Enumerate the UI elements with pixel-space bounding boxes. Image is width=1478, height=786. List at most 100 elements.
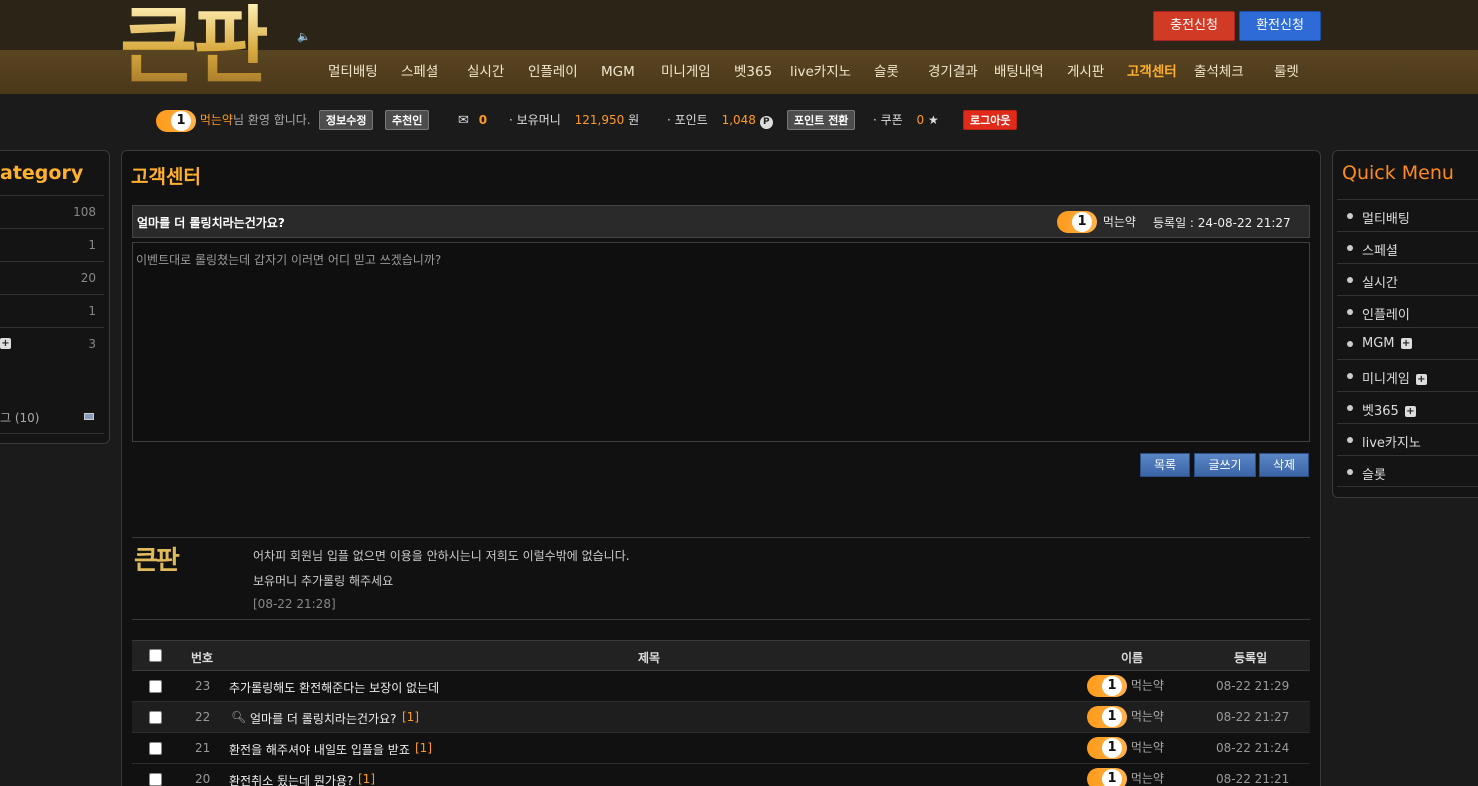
table-row[interactable]: 22 🔍︎ 얼마를 더 롤링치라는건가요? [1] 1 먹는약 08-22 21…	[132, 702, 1310, 733]
nav-live-casino[interactable]: live카지노	[790, 50, 851, 94]
edit-info-button[interactable]: 정보수정	[319, 110, 374, 130]
row-number: 21	[195, 741, 211, 755]
row-number: 22	[195, 710, 211, 724]
nav-slot[interactable]: 슬롯	[874, 50, 899, 94]
point-convert-button[interactable]: 포인트 전환	[787, 110, 856, 130]
nav-results[interactable]: 경기결과	[928, 50, 978, 94]
speaker-icon[interactable]: 🔈	[297, 30, 311, 43]
delete-button[interactable]: 삭제	[1259, 453, 1309, 477]
table-row[interactable]: 20 환전취소 됬는데 뭔가용? [1] 1 먹는약 08-22 21:21	[132, 764, 1310, 786]
plus-icon[interactable]: +	[1400, 338, 1412, 349]
author-name: 먹는약	[1102, 214, 1136, 229]
bullet-icon	[1347, 213, 1353, 219]
row-author[interactable]: 1 먹는약	[1087, 737, 1164, 759]
point-label: · 포인트	[667, 113, 708, 127]
nav-live[interactable]: 실시간	[467, 50, 504, 94]
list-button[interactable]: 목록	[1140, 453, 1190, 477]
quick-menu-label: 스페셜	[1362, 244, 1398, 259]
nav-inplay[interactable]: 인플레이	[528, 50, 578, 94]
quick-menu-item[interactable]: 미니게임 +	[1337, 359, 1478, 391]
bullet-icon	[1347, 341, 1353, 347]
row-author[interactable]: 1 먹는약	[1087, 768, 1164, 786]
row-checkbox[interactable]	[149, 680, 162, 693]
row-author-name: 먹는약	[1130, 771, 1164, 786]
category-count: 108	[73, 205, 96, 219]
category-row[interactable]: 108	[0, 195, 104, 227]
quick-menu-item[interactable]: live카지노	[1337, 423, 1478, 455]
bullet-icon	[1347, 373, 1353, 379]
row-subject[interactable]: 환전취소 됬는데 뭔가용?	[229, 772, 353, 786]
logout-button[interactable]: 로그아웃	[963, 110, 1018, 130]
quick-menu-label: 벳365	[1362, 404, 1399, 419]
point-info: · 포인트 1,048 P	[667, 108, 773, 132]
category-row[interactable]: 1	[0, 228, 104, 260]
row-author[interactable]: 1 먹는약	[1087, 675, 1164, 697]
nav-minigame[interactable]: 미니게임	[661, 50, 711, 94]
nav-bet365[interactable]: 벳365	[734, 50, 772, 94]
row-checkbox[interactable]	[149, 711, 162, 724]
reply-text-line: 어차피 회원님 입플 없으면 이용을 안하시는니 저희도 이럴수밖에 없습니다.	[253, 549, 630, 563]
quick-menu-item[interactable]: 인플레이	[1337, 295, 1478, 327]
quick-menu-item[interactable]: 슬롯	[1337, 455, 1478, 487]
row-author[interactable]: 1 먹는약	[1087, 706, 1164, 728]
nav-attendance[interactable]: 출석체크	[1194, 50, 1244, 94]
nav-mgm[interactable]: MGM	[601, 50, 635, 94]
quick-menu-label: 실시간	[1362, 276, 1398, 291]
category-row[interactable]: 그 (10)	[0, 400, 104, 434]
reply-text-line: 보유머니 추가롤링 해주세요	[253, 574, 394, 588]
category-row[interactable]: 1	[0, 294, 104, 326]
table-header: 번호 제목 이름 등록일	[132, 640, 1310, 671]
site-logo[interactable]: 큰판	[120, 2, 271, 90]
row-author-name: 먹는약	[1130, 709, 1164, 724]
row-comment-count: [1]	[415, 741, 432, 755]
row-subject[interactable]: 추가롤링해도 환전해준다는 보장이 없는데	[229, 679, 439, 696]
nav-multi-betting[interactable]: 멀티배팅	[328, 50, 378, 94]
plus-icon[interactable]: +	[1404, 406, 1416, 417]
plus-icon[interactable]: +	[1415, 374, 1427, 385]
quick-menu-item[interactable]: 실시간	[1337, 263, 1478, 295]
plus-icon[interactable]: +	[0, 338, 11, 349]
row-comment-count: [1]	[402, 710, 419, 724]
exchange-request-button[interactable]: 환전신청	[1239, 11, 1321, 41]
greeting-text: 님 환영 합니다.	[232, 113, 311, 127]
page-title: 고객센터	[131, 166, 201, 188]
search-icon: 🔍︎	[231, 710, 247, 724]
quick-menu-title: Quick Menu	[1342, 162, 1454, 184]
quick-menu-item[interactable]: 벳365 +	[1337, 391, 1478, 423]
post-body: 이벤트대로 롤링쳤는데 갑자기 이러면 어디 믿고 쓰겠습니까?	[132, 242, 1310, 442]
post-author[interactable]: 1 먹는약	[1057, 211, 1136, 233]
row-date: 08-22 21:29	[1216, 679, 1290, 693]
money-info: · 보유머니 121,950 원	[509, 108, 639, 132]
bullet-icon	[1347, 469, 1353, 475]
write-button[interactable]: 글쓰기	[1194, 453, 1256, 477]
nav-special[interactable]: 스페셜	[401, 50, 438, 94]
row-subject[interactable]: 환전을 해주셔야 내일또 입플을 받죠	[229, 741, 410, 758]
quick-menu-label: 인플레이	[1362, 308, 1410, 323]
bullet-icon	[1347, 245, 1353, 251]
quick-menu-item[interactable]: 스페셜	[1337, 231, 1478, 263]
nav-customer-center[interactable]: 고객센터	[1127, 50, 1177, 94]
row-number: 20	[195, 772, 211, 786]
bullet-icon	[1347, 277, 1353, 283]
referrer-button[interactable]: 추천인	[385, 110, 430, 130]
row-subject[interactable]: 얼마를 더 롤링치라는건가요?	[250, 710, 396, 727]
table-row[interactable]: 23 추가롤링해도 환전해준다는 보장이 없는데 1 먹는약 08-22 21:…	[132, 671, 1310, 702]
category-row[interactable]: 20	[0, 261, 104, 293]
nav-board[interactable]: 게시판	[1067, 50, 1104, 94]
row-checkbox[interactable]	[149, 773, 162, 786]
referrer-wrap: 추천인	[385, 108, 430, 132]
nav-bet-history[interactable]: 배팅내역	[994, 50, 1044, 94]
category-count: 1	[88, 238, 96, 252]
row-checkbox[interactable]	[149, 742, 162, 755]
nav-roulette[interactable]: 룰렛	[1274, 50, 1299, 94]
table-row[interactable]: 21 환전을 해주셔야 내일또 입플을 받죠 [1] 1 먹는약 08-22 2…	[132, 733, 1310, 764]
envelope-icon: ✉	[458, 113, 469, 128]
charge-request-button[interactable]: 충전신청	[1153, 11, 1235, 41]
quick-menu-item[interactable]: MGM +	[1337, 327, 1478, 359]
category-row[interactable]: + 3	[0, 327, 104, 359]
quick-menu-item[interactable]: 멀티배팅	[1337, 199, 1478, 231]
select-all-checkbox[interactable]	[149, 649, 162, 662]
quick-menu-label: 미니게임	[1362, 372, 1410, 387]
category-count: 1	[88, 304, 96, 318]
messages[interactable]: ✉ 0	[458, 108, 487, 132]
